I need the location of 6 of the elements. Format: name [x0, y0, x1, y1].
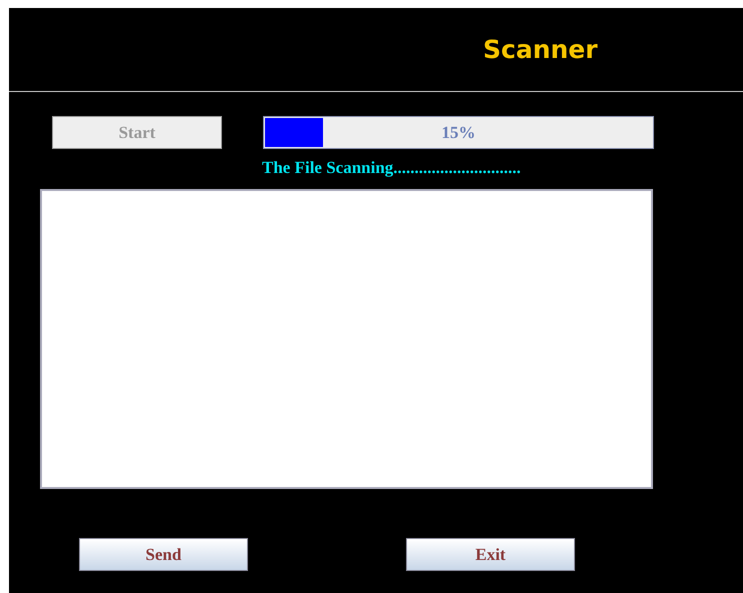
window-title: Scanner [483, 35, 598, 64]
action-button[interactable]: Exit [406, 538, 575, 571]
log-area[interactable] [40, 189, 653, 489]
status-text: The File Scanning.............................. [262, 158, 521, 177]
action-button[interactable]: Send [79, 538, 248, 571]
progress-reading: 15% [442, 122, 476, 142]
